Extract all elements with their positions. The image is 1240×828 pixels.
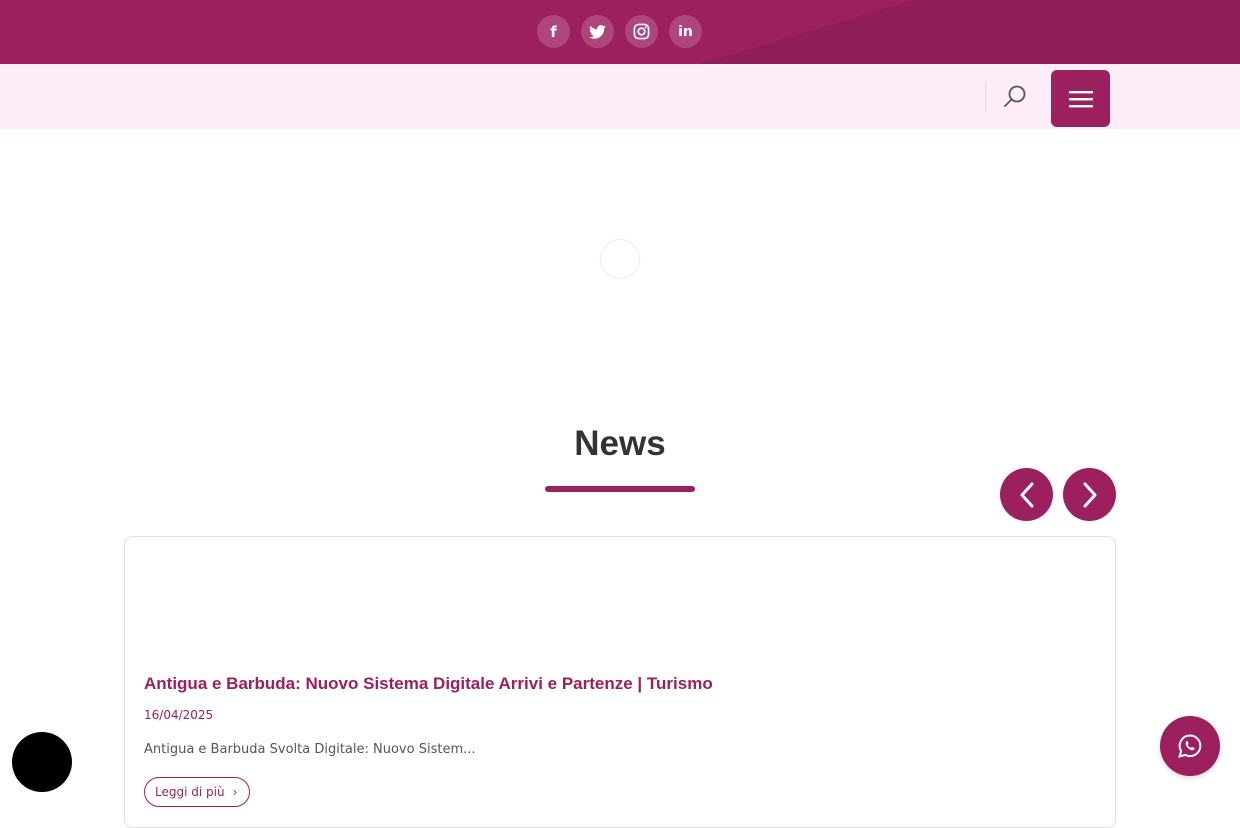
- chevron-right-small-icon: ›: [232, 785, 238, 799]
- carousel-prev-button[interactable]: [1000, 468, 1053, 521]
- instagram-icon[interactable]: [625, 15, 658, 48]
- chevron-right-icon: [1083, 482, 1096, 507]
- social-links: f in: [537, 15, 702, 48]
- linkedin-icon[interactable]: in: [669, 15, 702, 48]
- read-more-button[interactable]: Leggi di più ›: [144, 777, 251, 807]
- chevron-left-icon: [1020, 482, 1033, 507]
- news-card-date: 16/04/2025: [144, 708, 214, 722]
- hamburger-menu-icon: [1068, 90, 1093, 107]
- top-bar-diagonal: [700, 0, 1240, 64]
- hamburger-menu-button[interactable]: [1051, 70, 1110, 127]
- top-bar: f in: [0, 0, 1240, 64]
- accessibility-button[interactable]: [12, 732, 72, 792]
- search-icon[interactable]: [1002, 84, 1028, 110]
- facebook-icon[interactable]: f: [537, 15, 570, 48]
- linkedin-glyph: in: [678, 23, 693, 40]
- read-more-label: Leggi di più: [155, 785, 225, 799]
- facebook-glyph: f: [550, 22, 557, 41]
- news-card-excerpt: Antigua e Barbuda Svolta Digitale: Nuovo…: [144, 742, 476, 757]
- news-card-title[interactable]: Antigua e Barbuda: Nuovo Sistema Digital…: [144, 674, 713, 694]
- nav-divider: [985, 82, 986, 112]
- carousel-next-button[interactable]: [1063, 468, 1116, 521]
- whatsapp-chat-button[interactable]: [1160, 716, 1220, 776]
- loading-spinner: [600, 239, 640, 279]
- news-title-underline: [545, 486, 695, 492]
- news-section-title: News: [574, 424, 666, 463]
- twitter-icon[interactable]: [581, 15, 614, 48]
- whatsapp-icon: [1178, 734, 1202, 758]
